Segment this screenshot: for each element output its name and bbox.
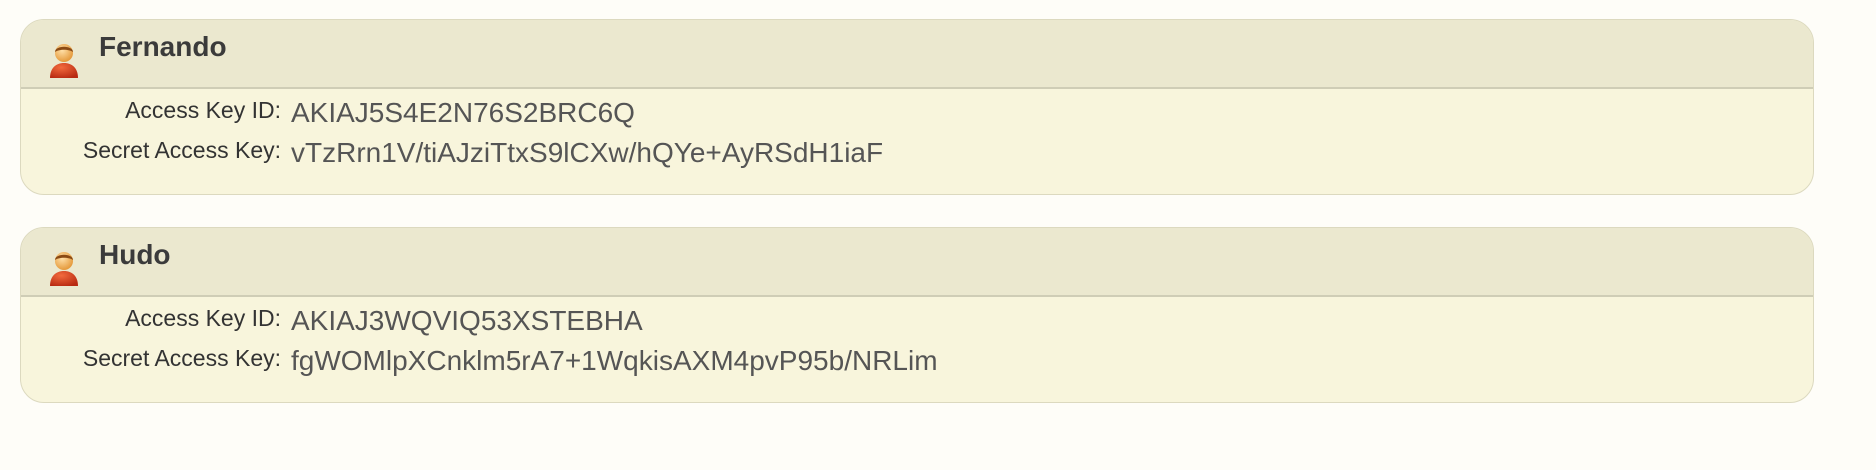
secret-access-key-value[interactable]: fgWOMlpXCnklm5rA7+1WqkisAXM4pvP95b/NRLim — [291, 347, 938, 375]
user-icon — [50, 252, 78, 286]
access-key-id-row: Access Key ID: AKIAJ3WQVIQ53XSTEBHA — [21, 298, 1813, 335]
access-key-id-value[interactable]: AKIAJ5S4E2N76S2BRC6Q — [291, 99, 635, 127]
access-key-id-value[interactable]: AKIAJ3WQVIQ53XSTEBHA — [291, 307, 643, 335]
secret-access-key-row: Secret Access Key: fgWOMlpXCnklm5rA7+1Wq… — [21, 338, 1813, 375]
access-key-id-row: Access Key ID: AKIAJ5S4E2N76S2BRC6Q — [21, 90, 1813, 127]
secret-access-key-label: Secret Access Key: — [82, 137, 281, 163]
secret-access-key-label: Secret Access Key: — [82, 345, 281, 371]
access-key-id-label: Access Key ID: — [125, 305, 281, 331]
access-key-id-label: Access Key ID: — [125, 97, 281, 123]
user-name: Hudo — [99, 239, 171, 270]
user-card-fernando: Fernando Access Key ID: AKIAJ5S4E2N76S2B… — [20, 19, 1814, 195]
user-icon — [50, 44, 78, 78]
card-header: Fernando — [21, 20, 1813, 89]
user-name: Fernando — [99, 31, 227, 62]
card-header: Hudo — [21, 228, 1813, 297]
secret-access-key-row: Secret Access Key: vTzRrn1V/tiAJziTtxS9l… — [21, 130, 1813, 167]
secret-access-key-value[interactable]: vTzRrn1V/tiAJziTtxS9lCXw/hQYe+AyRSdH1iaF — [291, 139, 883, 167]
user-card-hudo: Hudo Access Key ID: AKIAJ3WQVIQ53XSTEBHA… — [20, 227, 1814, 403]
